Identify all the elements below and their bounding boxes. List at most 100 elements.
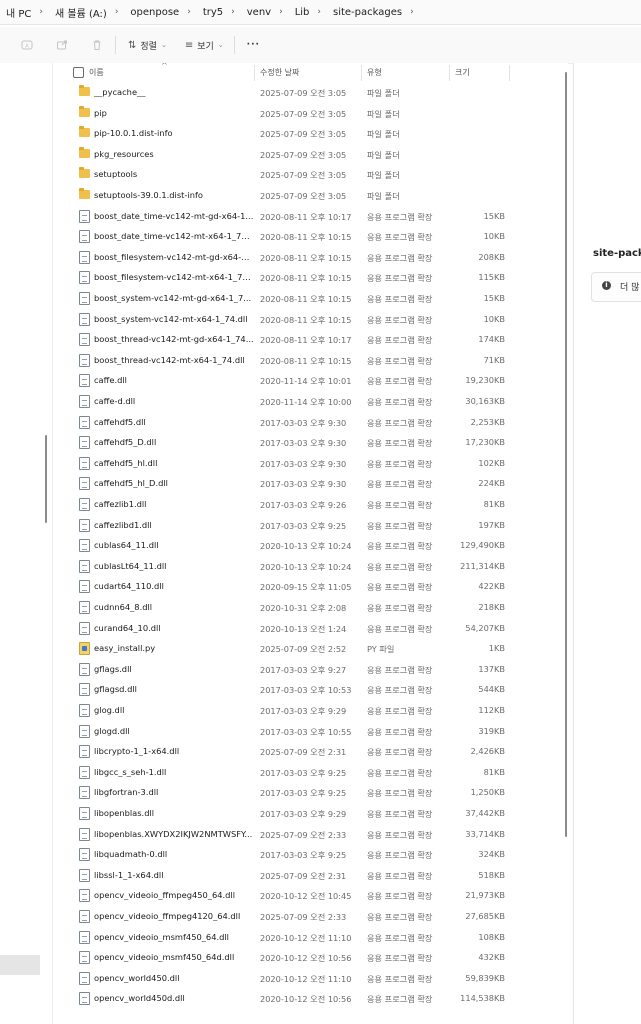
file-row[interactable]: caffehdf5_hl_D.dll 2017-03-03 오후 9:30 응용 프… — [53, 473, 568, 493]
column-divider[interactable] — [361, 65, 362, 81]
file-row[interactable]: cublas64_11.dll 2020-10-13 오후 10:24 응용 프로그… — [53, 535, 568, 555]
file-type: 응용 프로그램 확장 — [367, 767, 433, 778]
breadcrumb-item[interactable]: try5 — [197, 7, 225, 18]
file-row[interactable]: boost_system-vc142-mt-gd-x64-1_7... 2020-… — [53, 288, 568, 308]
file-row[interactable]: caffe.dll 2020-11-14 오후 10:01 응용 프로그램 확장 19… — [53, 370, 568, 390]
file-size: 129,490KB — [460, 540, 505, 551]
file-row[interactable]: gflags.dll 2017-03-03 오후 9:27 응용 프로그램 확장 13… — [53, 659, 568, 679]
chevron-right-icon[interactable]: › — [33, 7, 49, 17]
file-date: 2020-10-13 오후 10:24 — [260, 541, 352, 552]
chevron-right-icon[interactable]: › — [273, 7, 289, 17]
file-type: 응용 프로그램 확장 — [367, 706, 433, 716]
file-row[interactable]: setuptools-39.0.1.dist-info 2025-07-09 오전… — [53, 185, 568, 205]
file-row[interactable]: pkg_resources 2025-07-09 오전 3:05 파일 폴더 — [53, 144, 568, 164]
file-name: opencv_world450d.dll — [94, 993, 185, 1004]
file-row[interactable]: libgcc_s_seh-1.dll 2017-03-03 오후 9:25 응용 프… — [53, 762, 568, 782]
file-row[interactable]: cudart64_110.dll 2020-09-15 오후 11:05 응용 프로… — [53, 576, 568, 596]
file-size: 59,839KB — [465, 972, 505, 983]
file-row[interactable]: opencv_videoio_msmf450_64d.dll 2020-10-12… — [53, 947, 568, 967]
column-divider[interactable] — [254, 65, 255, 81]
file-row[interactable]: boost_date_time-vc142-mt-gd-x64-1... 2020… — [53, 206, 568, 226]
file-row[interactable]: __pycache__ 2025-07-09 오전 3:05 파일 폴더 — [53, 82, 568, 102]
file-row[interactable]: cudnn64_8.dll 2020-10-31 오후 2:08 응용 프로그램 확… — [53, 597, 568, 617]
breadcrumb-item[interactable]: 내 PC — [0, 5, 33, 20]
sort-ascending-icon: ^ — [161, 63, 168, 70]
file-row[interactable]: boost_filesystem-vc142-mt-x64-1_74... 202… — [53, 267, 568, 287]
chevron-right-icon[interactable]: › — [225, 7, 241, 17]
file-row[interactable]: curand64_10.dll 2020-10-13 오전 1:24 응용 프로그램… — [53, 618, 568, 638]
file-size: 10KB — [483, 231, 505, 242]
breadcrumb-item[interactable]: venv — [241, 7, 273, 18]
file-row[interactable]: glogd.dll 2017-03-03 오후 10:55 응용 프로그램 확장 31… — [53, 721, 568, 741]
select-all-checkbox[interactable] — [73, 67, 84, 78]
folder-icon — [79, 85, 90, 96]
file-row[interactable]: libopenblas.XWYDX2IKJW2NMTWSFY... 2025-07… — [53, 824, 568, 844]
file-row[interactable]: gflagsd.dll 2017-03-03 오후 10:53 응용 프로그램 확장… — [53, 679, 568, 699]
file-size: 37,442KB — [465, 808, 505, 818]
file-row[interactable]: pip 2025-07-09 오전 3:05 파일 폴더 — [53, 103, 568, 123]
file-row[interactable]: libquadmath-0.dll 2017-03-03 오후 9:25 응용 프로… — [53, 844, 568, 864]
file-row[interactable]: boost_system-vc142-mt-x64-1_74.dll 2020-0… — [53, 309, 568, 329]
file-icon — [79, 333, 90, 347]
file-name: cudart64_110.dll — [94, 581, 164, 592]
navigation-scrollbar[interactable] — [45, 435, 47, 523]
file-row[interactable]: caffezlibd1.dll 2017-03-03 오후 9:25 응용 프로그램… — [53, 515, 568, 535]
file-row[interactable]: boost_thread-vc142-mt-x64-1_74.dll 2020-0… — [53, 350, 568, 370]
file-row[interactable]: cublasLt64_11.dll 2020-10-13 오후 10:24 응용 프… — [53, 556, 568, 576]
file-list-scrollbar[interactable] — [565, 72, 567, 837]
breadcrumb-item[interactable]: 새 볼륨 (A:) — [49, 5, 109, 20]
more-options-button[interactable]: ··· — [247, 40, 260, 50]
file-row[interactable]: glog.dll 2017-03-03 오후 9:29 응용 프로그램 확장 112K… — [53, 700, 568, 720]
file-type: 응용 프로그램 확장 — [367, 376, 433, 387]
file-row[interactable]: opencv_videoio_ffmpeg4120_64.dll 2025-07-… — [53, 906, 568, 926]
file-row[interactable]: caffehdf5_hl.dll 2017-03-03 오후 9:30 응용 프로그… — [53, 453, 568, 473]
file-size: 2,253KB — [470, 416, 505, 427]
file-row[interactable]: boost_thread-vc142-mt-gd-x64-1_74... 2020… — [53, 329, 568, 349]
file-name: libopenblas.dll — [94, 808, 155, 818]
sort-label: 정렬 — [140, 41, 157, 52]
file-size: 1KB — [488, 643, 505, 654]
file-row[interactable]: libgfortran-3.dll 2017-03-03 오후 9:25 응용 프로… — [53, 782, 568, 802]
file-row[interactable]: boost_filesystem-vc142-mt-gd-x64-1... 202… — [53, 247, 568, 267]
share-icon[interactable] — [54, 37, 70, 53]
file-row[interactable]: opencv_videoio_ffmpeg450_64.dll 2020-10-1… — [53, 885, 568, 905]
sort-button[interactable]: ⇅ 정렬 ⌄ — [128, 39, 167, 52]
breadcrumb-item[interactable]: Lib — [289, 7, 312, 18]
file-row[interactable]: boost_date_time-vc142-mt-x64-1_74... 2020… — [53, 226, 568, 246]
file-row[interactable]: pip-10.0.1.dist-info 2025-07-09 오전 3:05 파일… — [53, 123, 568, 143]
column-header-date[interactable]: 수정한 날짜 — [260, 67, 299, 78]
file-row[interactable]: easy_install.py 2025-07-09 오전 2:52 PY 파일 1K… — [53, 638, 568, 658]
file-row[interactable]: caffehdf5.dll 2017-03-03 오후 9:30 응용 프로그램 확… — [53, 412, 568, 432]
file-date: 2017-03-03 오후 10:55 — [260, 726, 352, 737]
file-row[interactable]: libssl-1_1-x64.dll 2025-07-09 오전 2:31 응용 프… — [53, 865, 568, 885]
column-divider[interactable] — [449, 65, 450, 81]
file-size: 114,538KB — [460, 993, 505, 1004]
breadcrumb-item[interactable]: site-packages — [327, 7, 404, 18]
delete-icon[interactable] — [89, 37, 105, 53]
view-button[interactable]: ≡ 보기 ⌄ — [185, 39, 224, 52]
chevron-right-icon[interactable]: › — [404, 7, 420, 17]
column-header-size[interactable]: 크기 — [455, 67, 470, 78]
file-date: 2025-07-09 오전 2:31 — [260, 870, 347, 881]
file-icon — [79, 353, 90, 367]
chevron-right-icon[interactable]: › — [181, 7, 197, 17]
file-row[interactable]: opencv_world450.dll 2020-10-12 오전 11:10 응용… — [53, 968, 568, 988]
column-divider[interactable] — [509, 65, 510, 81]
chevron-right-icon[interactable]: › — [311, 7, 327, 17]
file-row[interactable]: opencv_videoio_msmf450_64.dll 2020-10-12 … — [53, 927, 568, 947]
file-row[interactable]: opencv_world450d.dll 2020-10-12 오전 10:56 응… — [53, 988, 568, 1008]
file-date: 2020-08-11 오후 10:15 — [260, 273, 352, 284]
navigation-selected-item[interactable] — [0, 955, 40, 975]
breadcrumb-item[interactable]: openpose — [124, 7, 181, 18]
column-header-name[interactable]: 이름 — [89, 67, 104, 78]
file-row[interactable]: libopenblas.dll 2017-03-03 오후 9:29 응용 프로그램… — [53, 803, 568, 823]
file-size: 319KB — [478, 725, 505, 736]
file-row[interactable]: setuptools 2025-07-09 오전 3:05 파일 폴더 — [53, 164, 568, 184]
file-row[interactable]: libcrypto-1_1-x64.dll 2025-07-09 오전 2:31 응… — [53, 741, 568, 761]
column-header-type[interactable]: 유형 — [367, 67, 382, 78]
file-row[interactable]: caffe-d.dll 2020-11-14 오후 10:00 응용 프로그램 확장… — [53, 391, 568, 411]
rename-icon[interactable]: A — [19, 37, 35, 53]
file-row[interactable]: caffehdf5_D.dll 2017-03-03 오후 9:30 응용 프로그램… — [53, 432, 568, 452]
file-row[interactable]: caffezlib1.dll 2017-03-03 오후 9:26 응용 프로그램 … — [53, 494, 568, 514]
chevron-right-icon[interactable]: › — [109, 7, 125, 17]
